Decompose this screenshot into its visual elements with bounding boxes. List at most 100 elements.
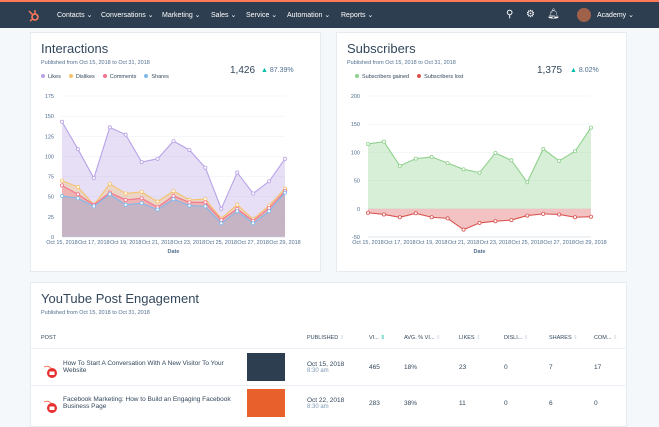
video-thumbnail[interactable] (247, 353, 285, 381)
x-tick-label: Oct 21, 2018 (448, 240, 480, 246)
data-point (155, 207, 160, 212)
nav-automation[interactable]: Automation ⌄ (287, 11, 330, 19)
comments: 17 (594, 364, 602, 371)
x-tick-label: Oct 15, 2018 (352, 240, 384, 246)
y-tick-label: 200 (351, 94, 360, 100)
legend-item[interactable]: Subscribers lost (417, 74, 463, 80)
nav-contacts[interactable]: Contacts ⌄ (57, 11, 92, 19)
views: 283 (369, 400, 380, 407)
data-point (525, 180, 530, 185)
data-point (75, 192, 80, 197)
y-tick-label: 50 (48, 195, 54, 201)
nav-sales[interactable]: Sales ⌄ (211, 11, 236, 19)
data-point (235, 170, 240, 175)
y-tick-label: 125 (45, 134, 54, 140)
data-point (75, 147, 80, 152)
interactions-chart: 0255075100125150175Oct 15, 2018 Oct 17, 2… (45, 94, 301, 255)
x-tick-label: Oct 25, 2018 (512, 240, 544, 246)
x-axis-label: Date (474, 249, 486, 255)
data-point (381, 212, 386, 217)
data-point (59, 119, 64, 124)
avg-view: 18% (404, 364, 418, 371)
time: 8:30 am (307, 368, 329, 374)
data-point (139, 201, 144, 206)
data-point (123, 197, 128, 202)
col-published[interactable]: PUBLISHED ⇕ (307, 335, 344, 341)
data-point (91, 176, 96, 181)
col-likes[interactable]: LIKES ⇕ (459, 335, 481, 341)
up-arrow-icon: ▲ (570, 67, 577, 74)
interactions-title: Interactions (41, 41, 109, 56)
x-tick-label: Oct 19, 2018 (416, 240, 448, 246)
data-point (251, 191, 256, 196)
gear-icon[interactable]: ⚙ (526, 9, 535, 20)
x-tick-label: Oct 23, 2018 (174, 240, 206, 246)
col-views[interactable]: VI... ⇕ (369, 335, 385, 341)
avatar[interactable] (577, 8, 591, 22)
x-tick-label: Oct 25, 2018 (206, 240, 238, 246)
data-point (75, 185, 80, 190)
shares: 6 (549, 400, 553, 407)
nav-service[interactable]: Service ⌄ (246, 11, 277, 19)
data-point (219, 218, 224, 223)
data-point (413, 156, 418, 161)
nav-label: Contacts (57, 12, 85, 19)
likes: 23 (459, 364, 467, 371)
data-point (123, 191, 128, 196)
data-point (381, 139, 386, 144)
time: 8:30 am (307, 404, 329, 410)
data-point (107, 192, 112, 197)
series-area (368, 127, 591, 209)
data-point (282, 156, 287, 161)
post-title-link[interactable]: How To Start A Conversation With A New V… (63, 360, 238, 374)
video-thumbnail[interactable] (247, 389, 285, 417)
avg-view: 38% (404, 400, 418, 407)
col-shares[interactable]: SHARES ⇕ (549, 335, 578, 341)
hubspot-logo-icon[interactable] (27, 8, 41, 22)
col-avg-view[interactable]: AVG. % VI... ⇕ (404, 335, 441, 341)
data-point (123, 202, 128, 207)
date: Oct 15, 2018 (307, 361, 345, 368)
nav-label: Reports (341, 12, 366, 19)
legend-item[interactable]: Subscribers gained (355, 74, 409, 80)
data-point (477, 170, 482, 175)
search-icon[interactable]: ⚲ (506, 9, 513, 20)
youtube-subtitle: Published from Oct 15, 2018 to Oct 31, 2… (41, 310, 150, 316)
account-menu[interactable]: Academy ⌄ (597, 11, 634, 19)
legend-item[interactable]: Dislikes (68, 74, 95, 80)
likes: 11 (459, 400, 466, 407)
nav-reports[interactable]: Reports ⌄ (341, 11, 373, 19)
col-comments[interactable]: COM... ⇕ (594, 335, 618, 341)
sort-icon: ⇕ (436, 335, 441, 341)
data-point (525, 213, 530, 218)
series-area (368, 208, 591, 230)
data-point (171, 197, 176, 202)
post-title-link[interactable]: Facebook Marketing: How to Build an Enga… (63, 396, 243, 410)
top-nav: Contacts ⌄ Conversations ⌄ Marketing ⌄ S… (0, 0, 659, 28)
col-label: SHARES (549, 335, 572, 341)
legend-item[interactable]: Comments (102, 74, 136, 80)
data-point (203, 204, 208, 209)
sort-icon: ⇕ (612, 335, 618, 341)
col-dislikes[interactable]: DISLI... ⇕ (504, 335, 528, 341)
legend-label: Likes (48, 74, 61, 80)
data-point (203, 197, 208, 202)
data-point (171, 139, 176, 144)
data-point (107, 181, 112, 186)
data-point (139, 189, 144, 194)
nav-conversations[interactable]: Conversations ⌄ (101, 11, 154, 19)
nav-marketing[interactable]: Marketing ⌄ (162, 11, 201, 19)
data-point (493, 219, 498, 224)
y-tick-label: 100 (45, 154, 54, 160)
data-point (588, 125, 593, 130)
nav-label: Sales (211, 12, 229, 19)
data-point (429, 154, 434, 159)
legend-label: Subscribers lost (424, 74, 464, 80)
data-point (187, 147, 192, 152)
divider (31, 385, 627, 386)
bell-icon[interactable]: 🔔︎ (547, 9, 560, 20)
legend-item[interactable]: Shares (144, 74, 169, 80)
legend-dot-icon (417, 74, 422, 78)
legend-item[interactable]: Likes (41, 74, 61, 80)
data-point (397, 163, 402, 168)
